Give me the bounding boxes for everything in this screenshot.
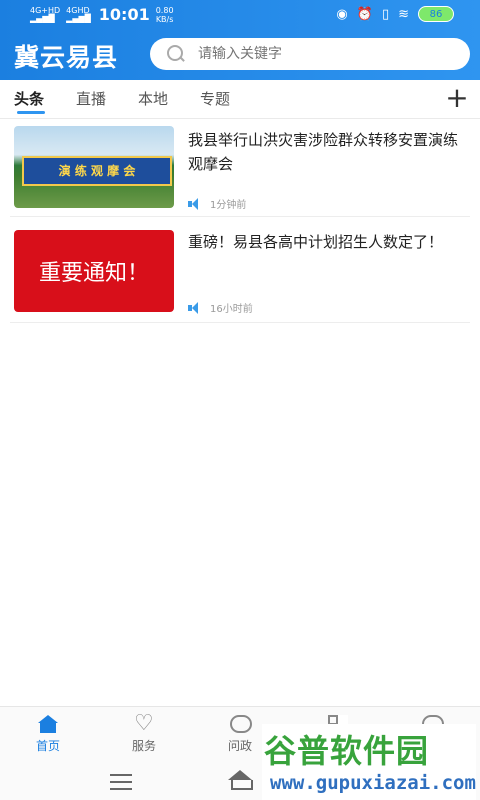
status-bar: 4G+HD ▂▄▆█ 4GHD ▂▄▆█ 10:01 0.80 KB/s ◉ ⏰ ▯ …: [0, 0, 480, 30]
news-item[interactable]: 重要通知！ 重磅！易县各高中计划招生人数定了！ 16小时前: [10, 222, 470, 323]
chat-icon: [228, 715, 252, 735]
watermark-url: www.gupuxiazai.com: [270, 772, 476, 794]
nav-home[interactable]: 首页: [18, 715, 78, 754]
add-channel-icon[interactable]: +: [442, 84, 472, 114]
news-meta: 1分钟前: [188, 196, 246, 211]
location-icon: ◉: [336, 6, 348, 22]
news-time: 16小时前: [210, 304, 253, 315]
vibrate-icon: ▯: [381, 6, 390, 22]
news-meta: 16小时前: [188, 300, 253, 315]
app-title: 冀云易县: [14, 43, 119, 72]
news-time: 1分钟前: [210, 200, 247, 211]
search-icon: [166, 44, 186, 64]
nav-label: 服务: [131, 739, 156, 753]
tab-local[interactable]: 本地: [138, 88, 168, 109]
speaker-icon[interactable]: [188, 197, 202, 210]
speaker-icon[interactable]: [188, 301, 202, 314]
news-item[interactable]: 演 练 观 摩 会 我县举行山洪灾害涉险群众转移安置演练观摩会 1分钟前: [10, 120, 470, 217]
tab-topics[interactable]: 专题: [200, 88, 230, 109]
thumbnail-banner: 演 练 观 摩 会: [22, 156, 172, 186]
search-input[interactable]: [196, 45, 440, 63]
news-thumbnail: 演 练 观 摩 会: [14, 126, 174, 208]
search-bar[interactable]: [150, 38, 470, 70]
watermark-title: 谷普软件园: [264, 732, 430, 770]
system-home-icon[interactable]: [228, 770, 253, 790]
nav-label: 首页: [35, 739, 60, 753]
nav-label: 问政: [227, 739, 252, 753]
news-title[interactable]: 重磅！易县各高中计划招生人数定了！: [188, 230, 464, 254]
channel-tabs: 头条 直播 本地 专题: [0, 80, 480, 119]
alarm-icon: ⏰: [356, 6, 373, 22]
news-title[interactable]: 我县举行山洪灾害涉险群众转移安置演练观摩会: [188, 128, 464, 176]
watermark: 谷普软件园 www.gupuxiazai.com: [262, 724, 476, 800]
wifi-icon: ≋: [398, 6, 409, 22]
tab-headlines[interactable]: 头条: [14, 88, 44, 109]
nav-inquiry[interactable]: 问政: [210, 715, 270, 754]
active-tab-indicator: [17, 111, 45, 114]
news-thumbnail: 重要通知！: [14, 230, 174, 312]
tab-live[interactable]: 直播: [76, 88, 106, 109]
signal-indicator-2: 4GHD ▂▄▆█: [66, 5, 91, 23]
menu-icon[interactable]: [110, 774, 132, 790]
clock: 10:01: [98, 5, 150, 24]
battery-icon: 86: [418, 6, 454, 22]
home-icon: [36, 715, 60, 735]
heart-icon: [132, 711, 156, 736]
signal-indicator-1: 4G+HD ▂▄▆█: [30, 5, 61, 23]
app-header: 4G+HD ▂▄▆█ 4GHD ▂▄▆█ 10:01 0.80 KB/s ◉ ⏰ ▯ …: [0, 0, 480, 80]
thumbnail-text: 重要通知！: [38, 261, 149, 286]
network-speed: 0.80 KB/s: [155, 5, 174, 24]
nav-service[interactable]: 服务: [114, 711, 174, 754]
